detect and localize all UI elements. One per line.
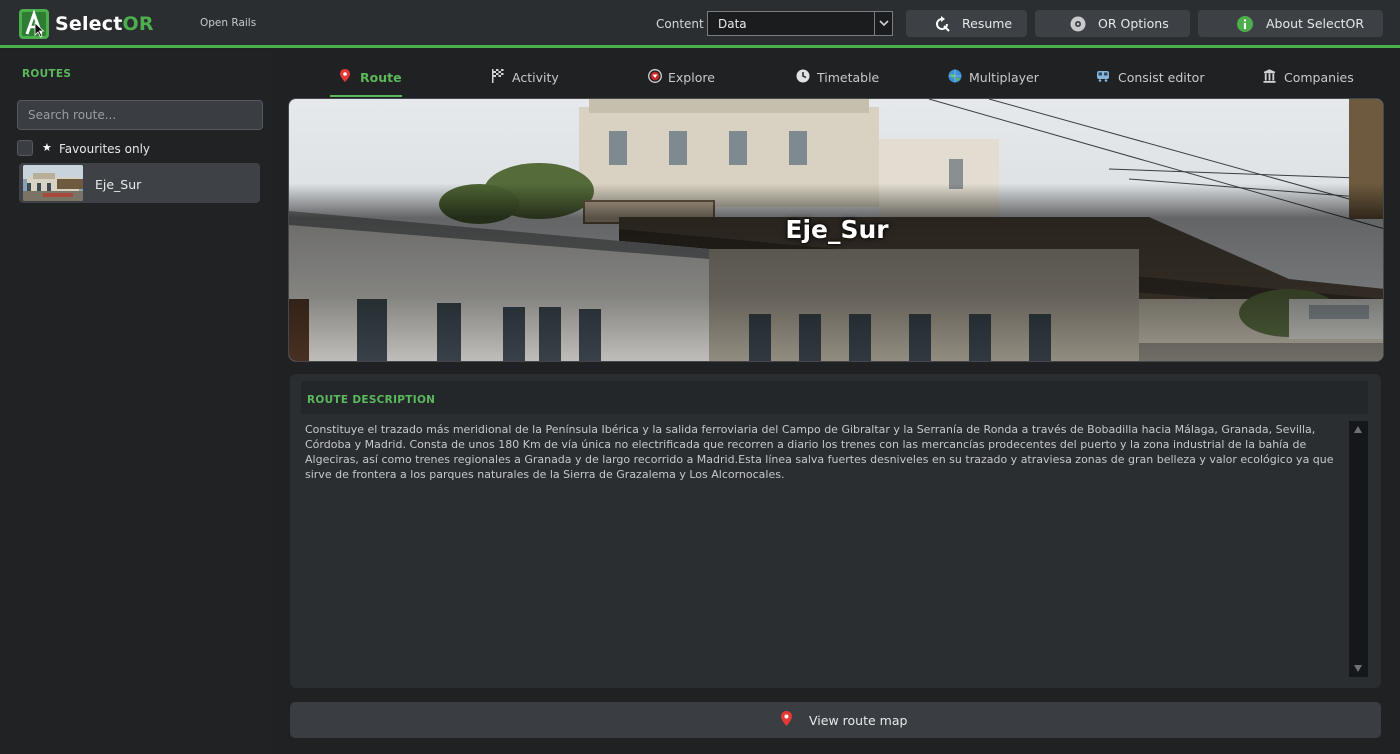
chevron-down-icon[interactable] (874, 12, 892, 35)
star-icon: ★ (42, 141, 52, 154)
or-options-label: OR Options (1098, 16, 1169, 31)
or-options-button[interactable]: OR Options (1035, 10, 1190, 37)
view-route-map-label: View route map (809, 713, 908, 728)
info-icon (1237, 16, 1253, 32)
tab-route-label: Route (360, 70, 402, 85)
app-header: SelectOR Open Rails Content Data Resume … (0, 0, 1400, 48)
checkered-flag-icon (492, 69, 504, 83)
route-description-header: ROUTE DESCRIPTION (301, 381, 1368, 414)
disc-icon (1070, 16, 1086, 32)
tab-timetable-label: Timetable (817, 70, 880, 85)
building-icon (1263, 69, 1276, 83)
route-banner-image: Eje_Sur (288, 98, 1384, 362)
view-route-map-button[interactable]: View route map (290, 702, 1381, 738)
train-icon (1097, 71, 1109, 82)
route-description-title: ROUTE DESCRIPTION (307, 394, 436, 406)
app-brand: SelectOR (55, 13, 154, 35)
clock-icon (796, 69, 810, 83)
tab-multiplayer-label: Multiplayer (969, 70, 1039, 85)
active-tab-indicator (330, 95, 402, 97)
tab-multiplayer[interactable]: Multiplayer (948, 65, 1048, 97)
scroll-up-icon[interactable] (1354, 426, 1362, 433)
tab-explore-label: Explore (668, 70, 715, 85)
routes-title: ROUTES (22, 68, 72, 80)
tab-companies[interactable]: Companies (1263, 65, 1363, 97)
tab-consist-editor-label: Consist editor (1118, 70, 1205, 85)
tab-timetable[interactable]: Timetable (796, 65, 886, 97)
scroll-down-icon[interactable] (1354, 665, 1362, 672)
tab-explore[interactable]: Explore (648, 65, 738, 97)
map-pin-icon (781, 711, 792, 726)
content-label: Content (656, 17, 704, 31)
search-route-input[interactable] (17, 100, 263, 130)
refresh-icon (936, 16, 950, 32)
pin-icon (340, 69, 350, 82)
tab-companies-label: Companies (1284, 70, 1354, 85)
about-label: About SelectOR (1266, 16, 1365, 31)
explore-icon (648, 69, 662, 83)
tab-consist-editor[interactable]: Consist editor (1096, 65, 1206, 97)
route-thumbnail (23, 165, 83, 201)
tab-route[interactable]: Route (340, 65, 410, 97)
resume-label: Resume (962, 16, 1013, 31)
route-title: Eje_Sur (785, 215, 889, 244)
description-scrollbar[interactable] (1349, 421, 1368, 677)
resume-button[interactable]: Resume (906, 10, 1027, 37)
favourites-label[interactable]: Favourites only (59, 142, 150, 156)
route-description-panel: ROUTE DESCRIPTION Constituye el trazado … (290, 374, 1381, 688)
content-select-value: Data (718, 17, 747, 31)
selector-logo-icon (19, 9, 49, 39)
route-list-item[interactable]: Eje_Sur (19, 163, 260, 203)
content-select[interactable]: Data (707, 11, 893, 36)
routes-sidebar: ROUTES ★ Favourites only Eje_Sur (0, 51, 272, 754)
about-button[interactable]: About SelectOR (1198, 10, 1383, 37)
globe-icon (948, 69, 962, 83)
favourites-checkbox[interactable] (17, 140, 33, 156)
main-tabs: Route Activity Explore Timetable Multipl… (272, 51, 1400, 97)
tab-activity-label: Activity (512, 70, 559, 85)
route-name: Eje_Sur (95, 177, 142, 192)
route-description-text: Constituye el trazado más meridional de … (305, 423, 1334, 481)
app-subtitle: Open Rails (200, 17, 257, 29)
tab-activity[interactable]: Activity (492, 65, 582, 97)
